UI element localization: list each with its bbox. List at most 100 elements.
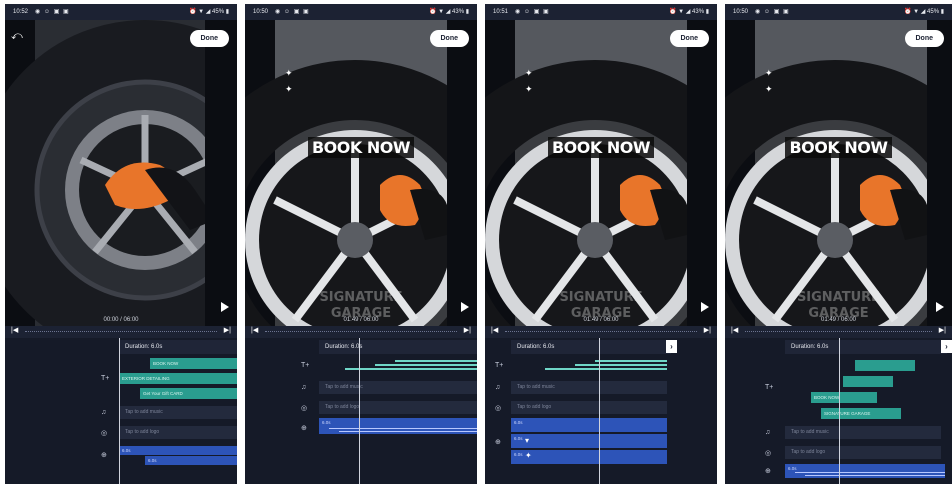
logo-icon[interactable]: ◎ <box>301 404 307 412</box>
text-track[interactable]: SIGNATURE GARAGE <box>821 408 901 419</box>
status-time: 10:50 <box>733 9 749 15</box>
text-track-collapsed[interactable] <box>545 368 667 370</box>
video-preview[interactable]: ✦ ✦ BOOK NOW SIGNATURE GARAGE Done 01:49 … <box>725 20 952 326</box>
headline-text[interactable]: BOOK NOW <box>245 137 477 158</box>
media-track[interactable]: 6.0s <box>119 446 237 455</box>
text-add-icon[interactable]: T+ <box>495 362 503 369</box>
play-icon[interactable] <box>701 302 709 312</box>
text-track-collapsed[interactable] <box>595 360 667 362</box>
video-timestamp: 01:49 / 06:00 <box>583 317 619 323</box>
media-icon[interactable]: ⊕ <box>495 438 501 446</box>
timeline-ruler[interactable] <box>505 331 697 332</box>
music-icon[interactable]: ♫ <box>301 384 306 391</box>
notification-icons: ◉ ☺ ▣ ▣ <box>515 9 550 15</box>
logo-icon[interactable]: ◎ <box>101 429 107 437</box>
phone-screen-3: 10:51 ◉ ☺ ▣ ▣ ⏰ ▼ ◢ 43% ▮ ✦ ✦ BOOK NOW S… <box>485 4 717 484</box>
chevron-right-icon[interactable]: › <box>941 340 952 353</box>
sparkle-icon: ✦ <box>285 84 293 94</box>
text-track-collapsed[interactable] <box>575 364 667 366</box>
text-track-collapsed[interactable] <box>375 364 477 366</box>
logo-track-placeholder[interactable]: Tap to add logo <box>511 401 667 414</box>
scrub-bar[interactable]: |◀ ▶| <box>725 326 952 336</box>
logo-icon[interactable]: ◎ <box>765 449 771 457</box>
text-add-icon[interactable]: T+ <box>101 375 109 382</box>
video-preview[interactable]: ✦ ✦ BOOK NOW SIGNATURE GARAGE Done 01:49 … <box>245 20 477 326</box>
text-track[interactable]: EXTERIOR DETAILING <box>119 373 237 384</box>
music-track-placeholder[interactable]: Tap to add music <box>785 426 941 439</box>
skip-forward-icon[interactable]: ▶| <box>704 326 711 334</box>
back-icon[interactable]: ⤺ <box>11 30 23 43</box>
sparkle-icon: ✦ <box>525 84 533 94</box>
headline-text[interactable]: BOOK NOW <box>725 137 952 158</box>
text-track[interactable]: Get Your Gift CARD <box>140 388 237 399</box>
play-icon[interactable] <box>461 302 469 312</box>
status-time: 10:52 <box>13 9 29 15</box>
media-icon[interactable]: ⊕ <box>301 424 307 432</box>
text-track-collapsed[interactable] <box>345 368 477 370</box>
video-preview[interactable]: ⤺ Done 00:00 / 06:00 <box>5 20 237 326</box>
play-icon[interactable] <box>221 302 229 312</box>
duration-label: Duration: 6.0s <box>785 340 947 354</box>
timeline-ruler[interactable] <box>25 331 217 332</box>
done-button[interactable]: Done <box>429 30 469 47</box>
music-track-placeholder[interactable]: Tap to add music <box>319 381 477 394</box>
media-icon[interactable]: ⊕ <box>765 467 771 475</box>
done-button[interactable]: Done <box>669 30 709 47</box>
logo-icon[interactable]: ◎ <box>495 404 501 412</box>
media-track[interactable]: 6.0s <box>511 450 667 464</box>
media-subtrack <box>805 475 945 476</box>
media-track[interactable]: 6.0s <box>511 434 667 448</box>
playhead[interactable] <box>359 338 360 484</box>
done-button[interactable]: Done <box>904 30 944 47</box>
sparkle-icon: ✦ <box>285 68 293 78</box>
music-icon[interactable]: ♫ <box>495 384 500 391</box>
text-track-collapsed[interactable] <box>395 360 477 362</box>
skip-back-icon[interactable]: |◀ <box>251 326 258 334</box>
scrub-bar[interactable]: |◀ ▶| <box>245 326 477 336</box>
battery-indicator: ⏰ ▼ ◢ 43% ▮ <box>668 9 709 15</box>
skip-back-icon[interactable]: |◀ <box>731 326 738 334</box>
logo-track-placeholder[interactable]: Tap to add logo <box>119 426 237 439</box>
music-track-placeholder[interactable]: Tap to add music <box>511 381 667 394</box>
skip-back-icon[interactable]: |◀ <box>11 326 18 334</box>
media-icon[interactable]: ⊕ <box>101 451 107 459</box>
scrub-bar[interactable]: |◀ ▶| <box>485 326 717 336</box>
media-subtrack <box>795 472 945 473</box>
done-button[interactable]: Done <box>189 30 229 47</box>
timeline-ruler[interactable] <box>265 331 457 332</box>
logo-track-placeholder[interactable]: Tap to add logo <box>319 401 477 414</box>
play-icon[interactable] <box>936 302 944 312</box>
text-track[interactable]: BOOK NOW <box>150 358 237 369</box>
text-track[interactable] <box>843 376 893 387</box>
scrub-bar[interactable]: |◀ ▶| <box>5 326 237 336</box>
text-add-icon[interactable]: T+ <box>301 362 309 369</box>
playhead[interactable] <box>839 338 840 484</box>
headline-text[interactable]: BOOK NOW <box>485 137 717 158</box>
text-track[interactable]: BOOK NOW <box>811 392 877 403</box>
battery-indicator: ⏰ ▼ ◢ 45% ▮ <box>188 9 229 15</box>
skip-forward-icon[interactable]: ▶| <box>224 326 231 334</box>
video-timestamp: 01:49 / 06:00 <box>343 317 379 323</box>
text-add-icon[interactable]: T+ <box>765 384 773 391</box>
sparkle-icon: ▾ <box>525 436 530 445</box>
playhead[interactable] <box>599 338 600 484</box>
duration-label: Duration: 6.0s <box>511 340 671 354</box>
logo-track-placeholder[interactable]: Tap to add logo <box>785 446 941 459</box>
text-track[interactable] <box>855 360 915 371</box>
music-icon[interactable]: ♫ <box>765 429 770 436</box>
media-track[interactable]: 6.0s <box>511 418 667 432</box>
media-track[interactable]: 6.0s <box>145 456 237 465</box>
timeline-editor: Duration: 6.0s › BOOK NOW SIGNATURE GARA… <box>725 338 952 484</box>
skip-forward-icon[interactable]: ▶| <box>939 326 946 334</box>
music-icon[interactable]: ♫ <box>101 409 106 416</box>
music-track-placeholder[interactable]: Tap to add music <box>119 406 237 419</box>
timeline-ruler[interactable] <box>745 331 932 332</box>
chevron-right-icon[interactable]: › <box>666 340 677 353</box>
skip-forward-icon[interactable]: ▶| <box>464 326 471 334</box>
duration-label: Duration: 6.0s <box>119 340 237 354</box>
skip-back-icon[interactable]: |◀ <box>491 326 498 334</box>
duration-label: Duration: 6.0s <box>319 340 477 354</box>
playhead[interactable] <box>119 338 120 484</box>
sparkle-icon: ✦ <box>765 68 773 78</box>
video-preview[interactable]: ✦ ✦ BOOK NOW SIGNATURE GARAGE Done 01:49 … <box>485 20 717 326</box>
